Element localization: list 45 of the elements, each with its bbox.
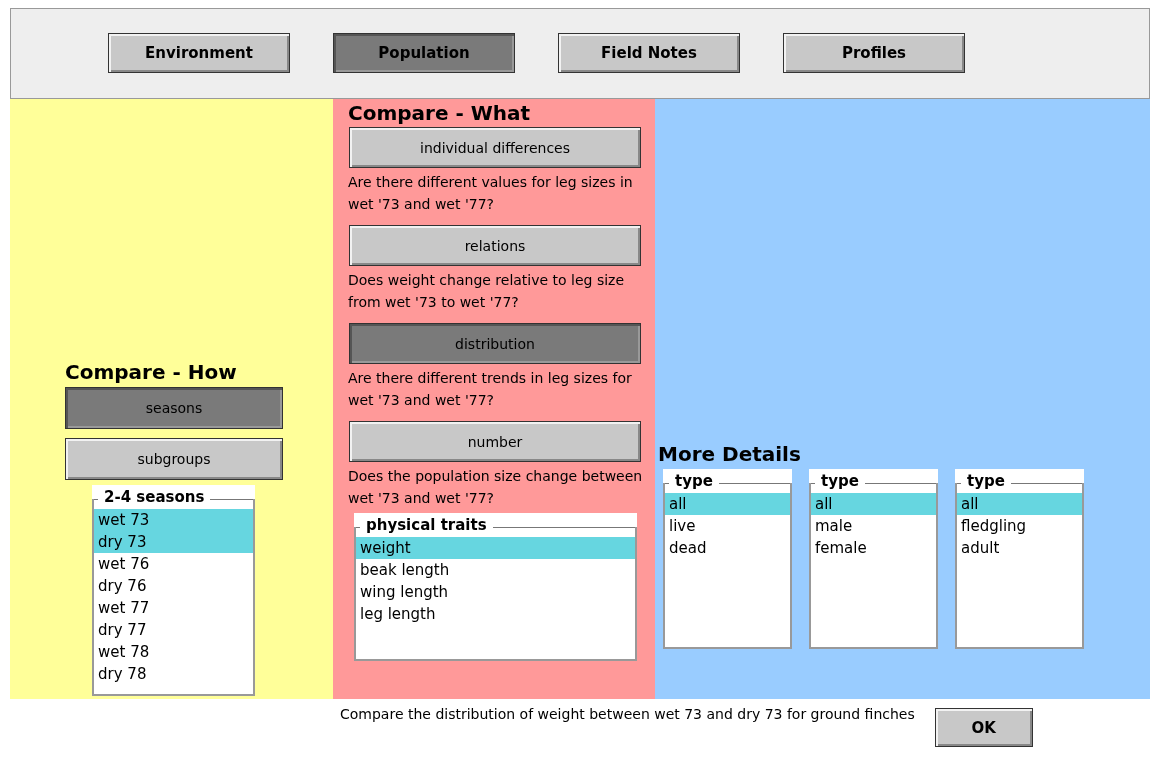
section-title: Compare - How	[65, 360, 238, 384]
option-button[interactable]: number	[349, 421, 641, 462]
list-item[interactable]: wing length	[356, 581, 635, 603]
list-item[interactable]: leg length	[356, 603, 635, 625]
list-item[interactable]: wet 77	[94, 597, 253, 619]
list-title: 2-4 seasons	[103, 488, 206, 506]
list-item[interactable]: beak length	[356, 559, 635, 581]
list-item[interactable]: dry 77	[94, 619, 253, 641]
list-item[interactable]: dead	[665, 537, 790, 559]
list-item[interactable]: adult	[957, 537, 1082, 559]
option-button[interactable]: subgroups	[65, 438, 283, 480]
question-text: Does the population size change between wet '73 and wet '77?	[348, 467, 644, 508]
question-text: Does weight change relative to leg size from wet '73 to wet '77?	[348, 271, 626, 312]
list-item[interactable]: wet 76	[94, 553, 253, 575]
list-title: type	[820, 472, 860, 490]
list-item[interactable]: fledgling	[957, 515, 1082, 537]
list-item[interactable]: dry 73	[94, 531, 253, 553]
list-item[interactable]: dry 78	[94, 663, 253, 685]
tab[interactable]: Population	[333, 32, 515, 73]
list-item[interactable]: live	[665, 515, 790, 537]
list-item[interactable]: weight	[356, 537, 635, 559]
tab[interactable]: Profiles	[783, 32, 965, 73]
option-button[interactable]: distribution	[349, 323, 641, 364]
list-item[interactable]: female	[811, 537, 936, 559]
list-title: type	[966, 472, 1006, 490]
list-item[interactable]: all	[957, 493, 1082, 515]
ok-button[interactable]: OK	[934, 708, 1033, 747]
list-title: type	[674, 472, 714, 490]
option-button[interactable]: seasons	[65, 387, 283, 429]
option-button[interactable]: relations	[349, 225, 641, 266]
option-button[interactable]: individual differences	[349, 127, 641, 168]
status-text: Compare the distribution of weight between wet 73 and dry 73 for ground finches	[340, 706, 915, 722]
list-item[interactable]: wet 78	[94, 641, 253, 663]
question-text: Are there different values for leg sizes in wet '73 and wet '77?	[348, 173, 634, 214]
list-item[interactable]: wet 73	[94, 509, 253, 531]
tab[interactable]: Environment	[108, 32, 290, 73]
list-item[interactable]: all	[811, 493, 936, 515]
section-title: More Details	[658, 442, 802, 466]
list-item[interactable]: male	[811, 515, 936, 537]
list-item[interactable]: dry 76	[94, 575, 253, 597]
list-item[interactable]: all	[665, 493, 790, 515]
section-title: Compare - What	[348, 101, 532, 125]
question-text: Are there different trends in leg sizes for wet '73 and wet '77?	[348, 369, 633, 410]
tab[interactable]: Field Notes	[558, 32, 740, 73]
list-title: physical traits	[365, 516, 488, 534]
